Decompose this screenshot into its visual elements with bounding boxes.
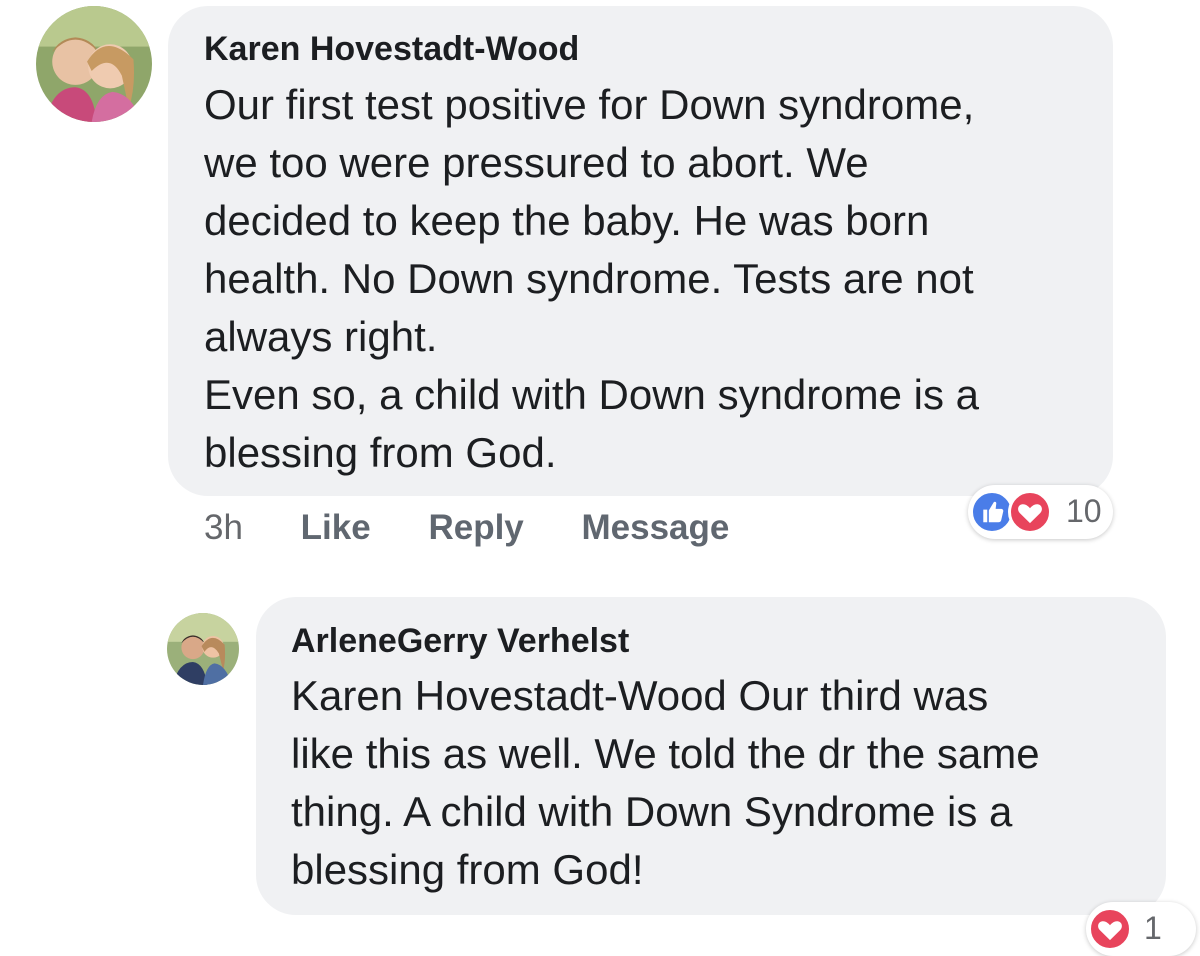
- comment-text-line: blessing from God!: [291, 846, 644, 893]
- reaction-count: 10: [1066, 493, 1102, 529]
- love-icon: [1088, 907, 1132, 951]
- reactions-summary[interactable]: 1: [1086, 902, 1196, 956]
- comment-text-line: Karen Hovestadt-Wood Our third was: [291, 672, 989, 719]
- comment-actions: 3h Like Reply Message: [204, 508, 729, 548]
- comment-text-line: like this as well. We told the dr the sa…: [291, 730, 1040, 777]
- love-icon: [1008, 490, 1052, 534]
- comment-time[interactable]: 3h: [204, 508, 243, 548]
- reaction-count: 1: [1144, 910, 1162, 946]
- message-button[interactable]: Message: [582, 508, 730, 548]
- comment-author[interactable]: Karen Hovestadt-Wood: [204, 30, 579, 69]
- avatar[interactable]: [36, 6, 152, 122]
- comment-text-line: thing. A child with Down Syndrome is a: [291, 788, 1013, 835]
- reply-button[interactable]: Reply: [428, 508, 523, 548]
- like-button[interactable]: Like: [301, 508, 371, 548]
- comment-text: Karen Hovestadt-Wood Our third was like …: [291, 667, 1161, 899]
- reactions-summary[interactable]: 10: [968, 485, 1113, 539]
- comment-text-line: we too were pressured to abort. We: [204, 139, 869, 186]
- comment-text-line: Our first test positive for Down syndrom…: [204, 81, 975, 128]
- comment-text-line: health. No Down syndrome. Tests are not: [204, 255, 974, 302]
- comment-author[interactable]: ArleneGerry Verhelst: [291, 622, 629, 661]
- comment-text-line: always right.: [204, 313, 438, 360]
- avatar-image: [167, 613, 239, 685]
- comment-text-line: blessing from God.: [204, 429, 557, 476]
- comment-text-line: Even so, a child with Down syndrome is a: [204, 371, 980, 418]
- comment-text-line: decided to keep the baby. He was born: [204, 197, 930, 244]
- comment-text: Our first test positive for Down syndrom…: [204, 76, 1104, 482]
- avatar[interactable]: [167, 613, 239, 685]
- avatar-image: [36, 6, 152, 122]
